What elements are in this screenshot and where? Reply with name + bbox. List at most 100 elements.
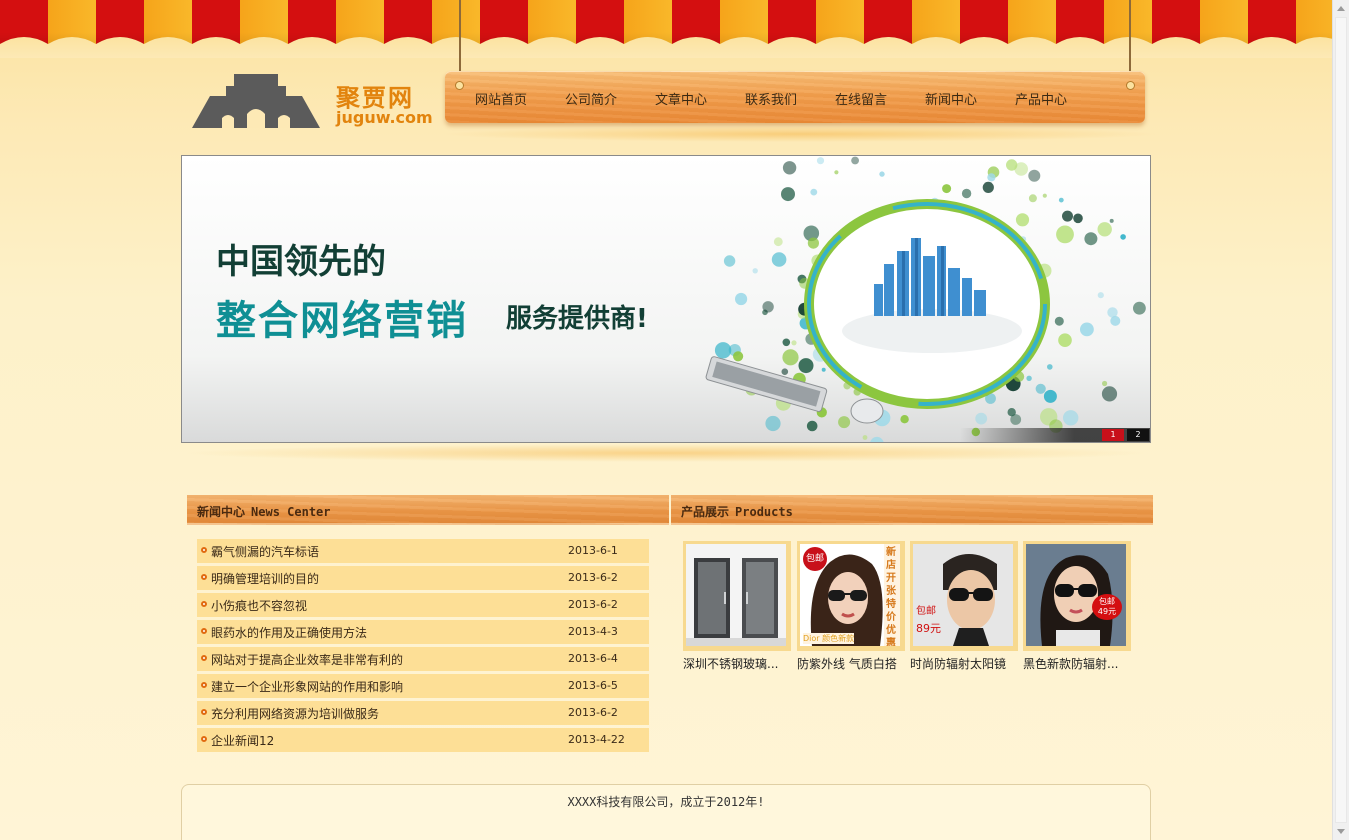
banner-decor-dot	[781, 187, 795, 202]
banner-decor-dot	[733, 351, 744, 362]
banner-decor-dot	[821, 367, 826, 372]
product-image-sunglasses-man: 包邮 89元	[913, 544, 1013, 646]
banner-decor-dot	[1084, 232, 1098, 246]
slide-button-1[interactable]: 1	[1102, 429, 1124, 441]
product-card[interactable]: 深圳不锈钢玻璃...	[683, 541, 791, 672]
nav-item-products[interactable]: 产品中心	[1015, 89, 1105, 108]
news-date: 2013-4-3	[568, 625, 618, 638]
news-link[interactable]: 霸气侧漏的汽车标语	[211, 543, 319, 560]
awning-scallops	[0, 37, 1332, 58]
products-section-title: 产品展示 Products	[681, 503, 793, 520]
banner-decor-dot	[982, 181, 994, 193]
news-row: 眼药水的作用及正确使用方法 2013-4-3	[197, 620, 649, 644]
castle-gate-icon	[192, 74, 320, 128]
banner-decor-dot	[1014, 162, 1028, 176]
banner-highlight: 整合网络营销	[216, 298, 468, 344]
product-name[interactable]: 黑色新款防辐射...	[1023, 655, 1131, 672]
logo-domain: juguw.com	[336, 108, 433, 127]
vertical-scrollbar[interactable]	[1332, 0, 1349, 840]
banner-glow	[181, 444, 1151, 462]
banner-decor-dot	[1097, 222, 1112, 237]
banner-decor-dot	[807, 237, 819, 249]
news-link[interactable]: 网站对于提高企业效率是非常有利的	[211, 651, 403, 668]
banner-decor-dot	[782, 349, 799, 366]
banner-decor-dot	[810, 188, 818, 196]
site-logo[interactable]: 聚贾网 juguw.com	[192, 72, 433, 132]
news-link[interactable]: 小伤痕也不容忽视	[211, 597, 307, 614]
banner-decor-dot	[1042, 193, 1047, 198]
product-image-sunglasses-woman: 包邮 新店开张 特价优惠 Dior 颜色新款	[800, 544, 900, 646]
hero-banner[interactable]: 中国领先的 整合网络营销 服务提供商! 1 2	[181, 155, 1151, 443]
nav-item-contact[interactable]: 联系我们	[745, 89, 835, 108]
news-link[interactable]: 明确管理培训的目的	[211, 570, 319, 587]
product-name[interactable]: 防紫外线 气质白搭	[797, 655, 905, 672]
news-row: 建立一个企业形象网站的作用和影响 2013-6-5	[197, 674, 649, 698]
news-row: 明确管理培训的目的 2013-6-2	[197, 566, 649, 590]
steel-doors-illustration	[686, 558, 786, 646]
nav-rope-left	[459, 0, 461, 80]
product-card[interactable]: 包邮 89元 时尚防辐射太阳镜	[910, 541, 1018, 672]
promo-badge: 包邮 49元	[1092, 594, 1122, 620]
banner-decor-dot	[798, 358, 814, 374]
banner-decor-dot	[723, 255, 736, 267]
scroll-thumb[interactable]	[1335, 17, 1347, 823]
banner-decor-dot	[987, 173, 996, 182]
banner-decor-dot	[735, 292, 748, 306]
banner-decor-dot	[771, 252, 787, 267]
banner-decor-dot	[816, 157, 825, 165]
banner-decor-dot	[782, 338, 791, 347]
product-image-frame[interactable]: 包邮 49元	[1023, 541, 1131, 651]
product-name[interactable]: 时尚防辐射太阳镜	[910, 655, 1018, 672]
promo-corner-text: Dior 颜色新款	[803, 633, 855, 644]
banner-decor-dot	[1101, 386, 1118, 402]
product-image-frame[interactable]	[683, 541, 791, 651]
news-link[interactable]: 充分利用网络资源为培训做服务	[211, 705, 379, 722]
nav-item-guestbook[interactable]: 在线留言	[835, 89, 925, 108]
scroll-up-arrow-icon[interactable]	[1337, 6, 1345, 11]
scroll-down-arrow-icon[interactable]	[1337, 829, 1345, 834]
banner-decor-dot	[1007, 408, 1016, 417]
bullet-icon	[201, 655, 207, 661]
banner-decor-dot	[1062, 210, 1073, 222]
news-row: 充分利用网络资源为培训做服务 2013-6-2	[197, 701, 649, 725]
nav-item-home[interactable]: 网站首页	[475, 89, 565, 108]
slide-button-2[interactable]: 2	[1127, 429, 1149, 441]
bullet-icon	[201, 709, 207, 715]
banner-tagline: 服务提供商!	[506, 304, 648, 334]
banner-decor-dot	[961, 188, 972, 199]
news-link[interactable]: 建立一个企业形象网站的作用和影响	[211, 678, 403, 695]
promo-badge-label: 包邮	[1099, 597, 1115, 606]
banner-decor-dot	[870, 436, 884, 442]
products-section-header: 产品展示 Products	[671, 495, 1153, 525]
banner-decor-dot	[1056, 225, 1074, 244]
product-price: 49元	[1097, 607, 1117, 616]
bullet-icon	[201, 547, 207, 553]
banner-decor-dot	[1097, 292, 1104, 299]
nav-item-about[interactable]: 公司简介	[565, 89, 655, 108]
banner-decor-dot	[838, 416, 851, 429]
bullet-icon	[201, 736, 207, 742]
banner-decor-dot	[1028, 194, 1037, 203]
news-date: 2013-6-4	[568, 652, 618, 665]
nav-pin-right	[1126, 81, 1135, 90]
news-link[interactable]: 眼药水的作用及正确使用方法	[211, 624, 367, 641]
product-price: 89元	[916, 622, 941, 635]
nav-item-news[interactable]: 新闻中心	[925, 89, 1015, 108]
news-link[interactable]: 企业新闻12	[211, 732, 274, 749]
product-card[interactable]: 包邮 49元 黑色新款防辐射...	[1023, 541, 1131, 672]
banner-decor-dot	[862, 435, 868, 440]
banner-decor-dot	[782, 161, 797, 175]
product-name[interactable]: 深圳不锈钢玻璃...	[683, 655, 791, 672]
product-card[interactable]: 包邮 新店开张 特价优惠 Dior 颜色新款 防紫外线 气质白搭	[797, 541, 905, 672]
banner-decor-dot	[834, 170, 839, 175]
promo-badge: 包邮	[916, 606, 936, 617]
product-image-black-sunglasses: 包邮 49元	[1026, 544, 1126, 646]
nav-item-articles[interactable]: 文章中心	[655, 89, 745, 108]
banner-decor-dot	[1102, 380, 1108, 387]
product-image-frame[interactable]: 包邮 89元	[910, 541, 1018, 651]
banner-decor-dot	[975, 412, 988, 425]
news-row: 网站对于提高企业效率是非常有利的 2013-6-4	[197, 647, 649, 671]
product-image-frame[interactable]: 包邮 新店开张 特价优惠 Dior 颜色新款	[797, 541, 905, 651]
news-section-title: 新闻中心 News Center	[197, 503, 331, 520]
bullet-icon	[201, 574, 207, 580]
